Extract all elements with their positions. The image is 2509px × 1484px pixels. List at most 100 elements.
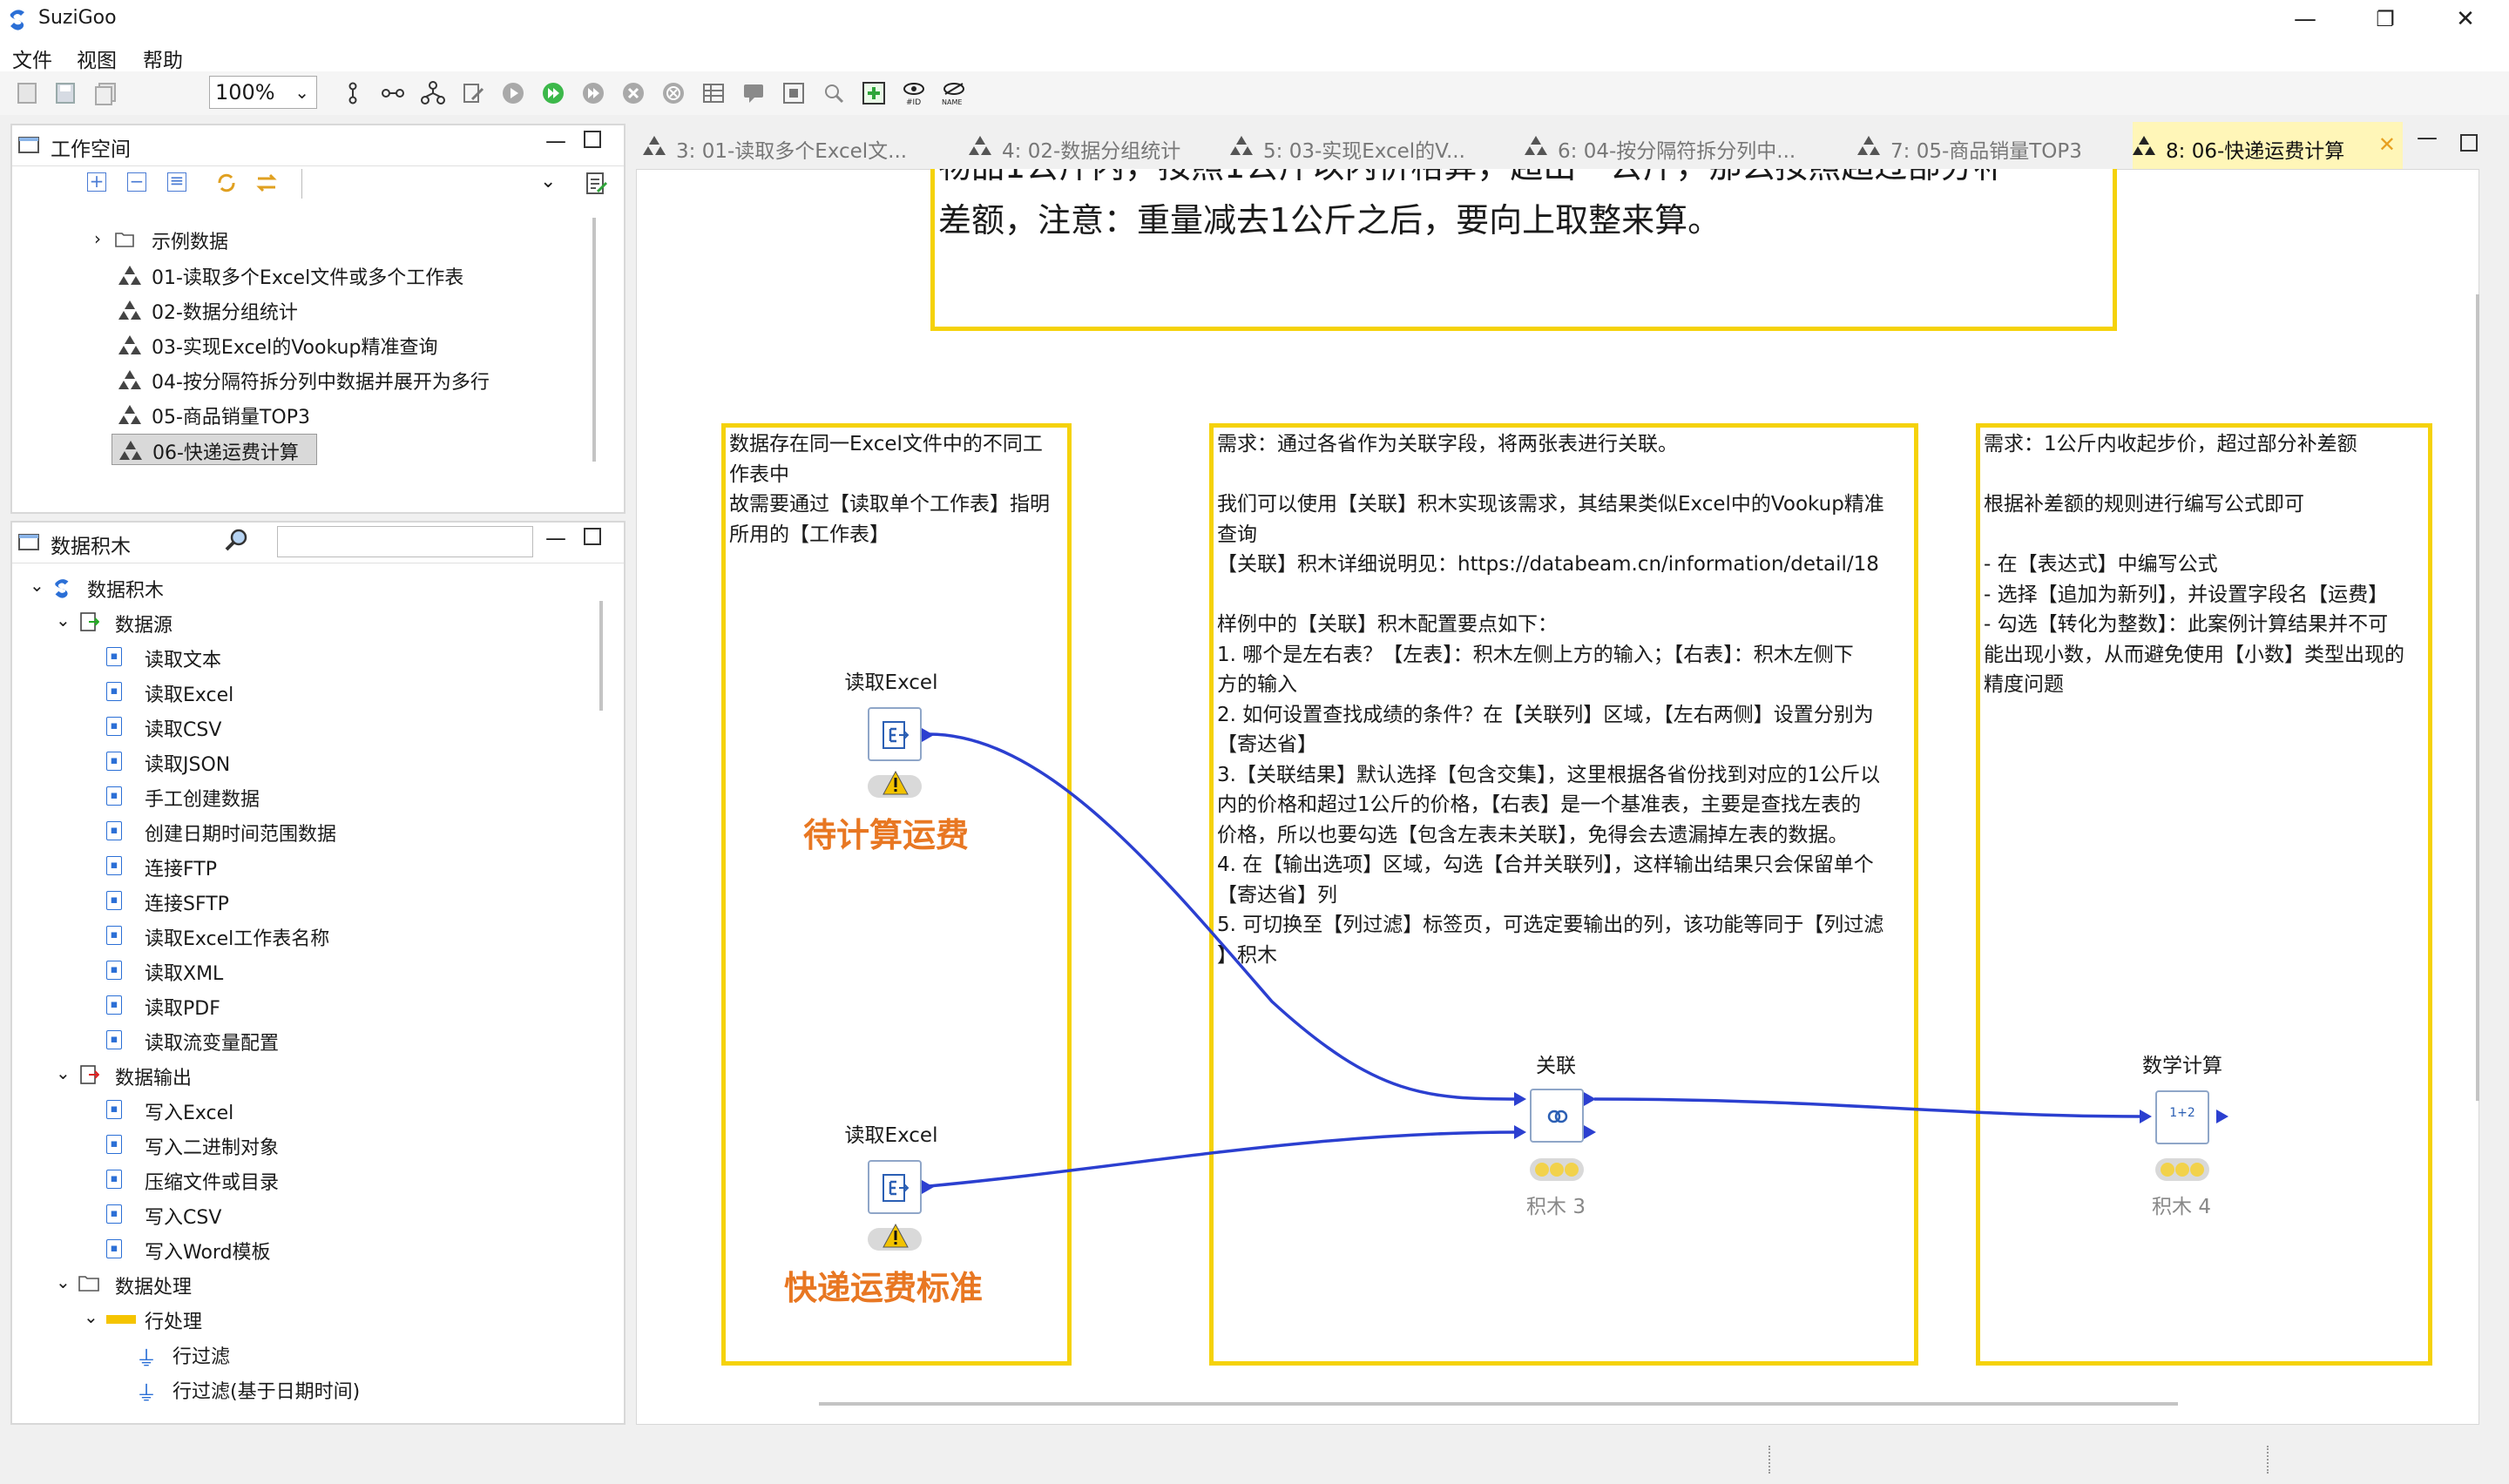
workspace-item[interactable]: 04-按分隔符拆分列中数据并展开为多行 [112,364,599,395]
node-math-in-port[interactable] [2140,1110,2152,1123]
block-item[interactable]: 读取Excel工作表名称 [145,923,329,951]
maximize-editor-icon[interactable] [2460,134,2478,152]
maximize-button[interactable]: ❐ [2345,0,2425,38]
node-read1-out-port[interactable] [922,728,934,742]
minimize-editor-icon[interactable]: — [2417,125,2438,150]
blocks-subgroup[interactable]: 行处理 [145,1306,202,1334]
minimize-panel-icon[interactable]: — [545,129,566,153]
block-item[interactable]: 读取PDF [145,993,220,1021]
node-join-out-port[interactable] [1584,1092,1596,1106]
top-annotation[interactable]: 物品1公斤内，按照1公斤以内价格算，超出一公斤，那么按照超过部分补 差额，注意：… [930,169,2117,331]
save-all-icon[interactable] [92,80,118,106]
blocks-scrollbar[interactable] [599,601,603,711]
node-math[interactable]: 1+2 [2155,1090,2209,1144]
cancel-all-icon[interactable] [660,80,686,106]
node-join-in-port-right[interactable] [1514,1125,1526,1139]
tab-6[interactable]: 6: 04-按分隔符拆分列中... [1525,122,1847,169]
search-icon[interactable] [821,80,847,106]
run-all-icon[interactable] [540,80,566,106]
menu-view[interactable]: 视图 [77,44,117,73]
chevron-down-icon[interactable]: ⌄ [56,1062,71,1083]
node-read1[interactable] [868,707,922,761]
node-join[interactable] [1530,1089,1584,1143]
expand-all-icon[interactable]: + [87,172,106,192]
block-item[interactable]: 写入Excel [145,1097,233,1125]
sync-icon[interactable] [214,171,239,195]
tab-3[interactable]: 3: 01-读取多个Excel文... [643,122,957,169]
menu-help[interactable]: 帮助 [143,44,183,73]
node-read2[interactable] [868,1160,922,1214]
blocks-group[interactable]: 数据源 [115,610,172,637]
block-item[interactable]: 行过滤 [172,1341,230,1369]
workspace-folder[interactable]: 示例数据 [152,226,228,254]
run-icon[interactable] [500,80,526,106]
maximize-panel-icon[interactable] [584,131,601,148]
node-read2-out-port[interactable] [922,1180,934,1194]
node-join-in-port-left[interactable] [1514,1092,1526,1106]
grid-add-icon[interactable] [861,80,887,106]
chevron-down-icon[interactable]: ⌄ [84,1306,98,1327]
node-math-out-port[interactable] [2216,1110,2228,1123]
save-icon[interactable] [52,80,78,106]
annotation-right[interactable]: 需求：1公斤内收起步价，超过部分补差额 根据补差额的规则进行编写公式即可 - 在… [1976,423,2432,1366]
workspace-item[interactable]: 03-实现Excel的Vookup精准查询 [112,329,599,361]
block-item[interactable]: 读取文本 [145,644,221,672]
chevron-right-icon[interactable]: › [94,228,101,249]
blocks-root[interactable]: 数据积木 [87,575,164,603]
blocks-group[interactable]: 数据输出 [115,1062,192,1090]
workspace-item[interactable]: 02-数据分组统计 [112,294,599,326]
show-id-icon[interactable]: #ID [901,80,927,106]
search-blocks-icon[interactable] [223,526,253,554]
menu-file[interactable]: 文件 [12,44,52,73]
zoom-fit-icon[interactable] [781,80,807,106]
tab-4[interactable]: 4: 02-数据分组统计 [969,122,1221,169]
tab-8[interactable]: 8: 06-快递运费计算 ✕ [2133,122,2403,169]
run-selected-icon[interactable] [580,80,606,106]
canvas-hscroll[interactable] [819,1402,2178,1406]
node-join-out-port-2[interactable] [1584,1125,1596,1139]
link-editor-icon[interactable] [254,171,279,195]
block-item[interactable]: 行过滤(基于日期时间) [172,1376,360,1404]
block-item[interactable]: 读取CSV [145,714,221,742]
minimize-button[interactable]: — [2265,0,2345,38]
close-window-button[interactable]: ✕ [2425,0,2506,38]
block-item[interactable]: 创建日期时间范围数据 [145,819,336,847]
show-name-icon[interactable]: NAME [941,80,967,106]
zoom-select[interactable]: 100% ⌄ [209,76,317,109]
block-item[interactable]: 写入二进制对象 [145,1132,279,1160]
block-item[interactable]: 连接FTP [145,853,217,881]
tree-structure-icon[interactable] [420,80,446,106]
link-icon[interactable] [380,80,406,106]
block-item[interactable]: 读取XML [145,958,223,986]
block-item[interactable]: 压缩文件或目录 [145,1167,279,1195]
annotation-middle[interactable]: 需求：通过各省作为关联字段，将两张表进行关联。 我们可以使用【关联】积木实现该需… [1209,423,1918,1366]
block-item[interactable]: 读取JSON [145,749,230,777]
workspace-item[interactable]: 01-读取多个Excel文件或多个工作表 [112,260,599,291]
new-workflow-icon[interactable] [584,171,610,197]
new-file-icon[interactable] [14,80,40,106]
collapse-icon[interactable]: ≡ [167,172,186,192]
edit-doc-icon[interactable] [460,80,486,106]
block-item[interactable]: 读取Excel [145,679,233,707]
blocks-group[interactable]: 数据处理 [115,1272,192,1299]
canvas-vscroll[interactable] [2476,294,2479,1101]
workspace-item[interactable]: 05-商品销量TOP3 [112,399,599,430]
block-item[interactable]: 手工创建数据 [145,784,260,812]
close-tab-icon[interactable]: ✕ [2378,132,2396,157]
chevron-down-icon[interactable]: ⌄ [56,610,71,631]
workspace-item[interactable]: 06-快递运费计算 [112,434,317,465]
block-item[interactable]: 写入CSV [145,1202,221,1230]
comment-icon[interactable] [741,80,767,106]
minimize-panel-icon[interactable]: — [545,526,566,550]
table-view-icon[interactable] [700,80,727,106]
maximize-panel-icon[interactable] [584,528,601,545]
tab-5[interactable]: 5: 03-实现Excel的V... [1230,122,1518,169]
collapse-all-icon[interactable]: − [127,172,146,192]
chevron-down-icon[interactable]: ⌄ [540,171,556,192]
chevron-down-icon[interactable]: ⌄ [56,1272,71,1292]
block-item[interactable]: 连接SFTP [145,888,229,916]
block-item[interactable]: 读取流变量配置 [145,1028,279,1056]
cancel-icon[interactable] [620,80,646,106]
node-connect-icon[interactable] [340,80,366,106]
block-item[interactable]: 写入Word模板 [145,1237,271,1265]
